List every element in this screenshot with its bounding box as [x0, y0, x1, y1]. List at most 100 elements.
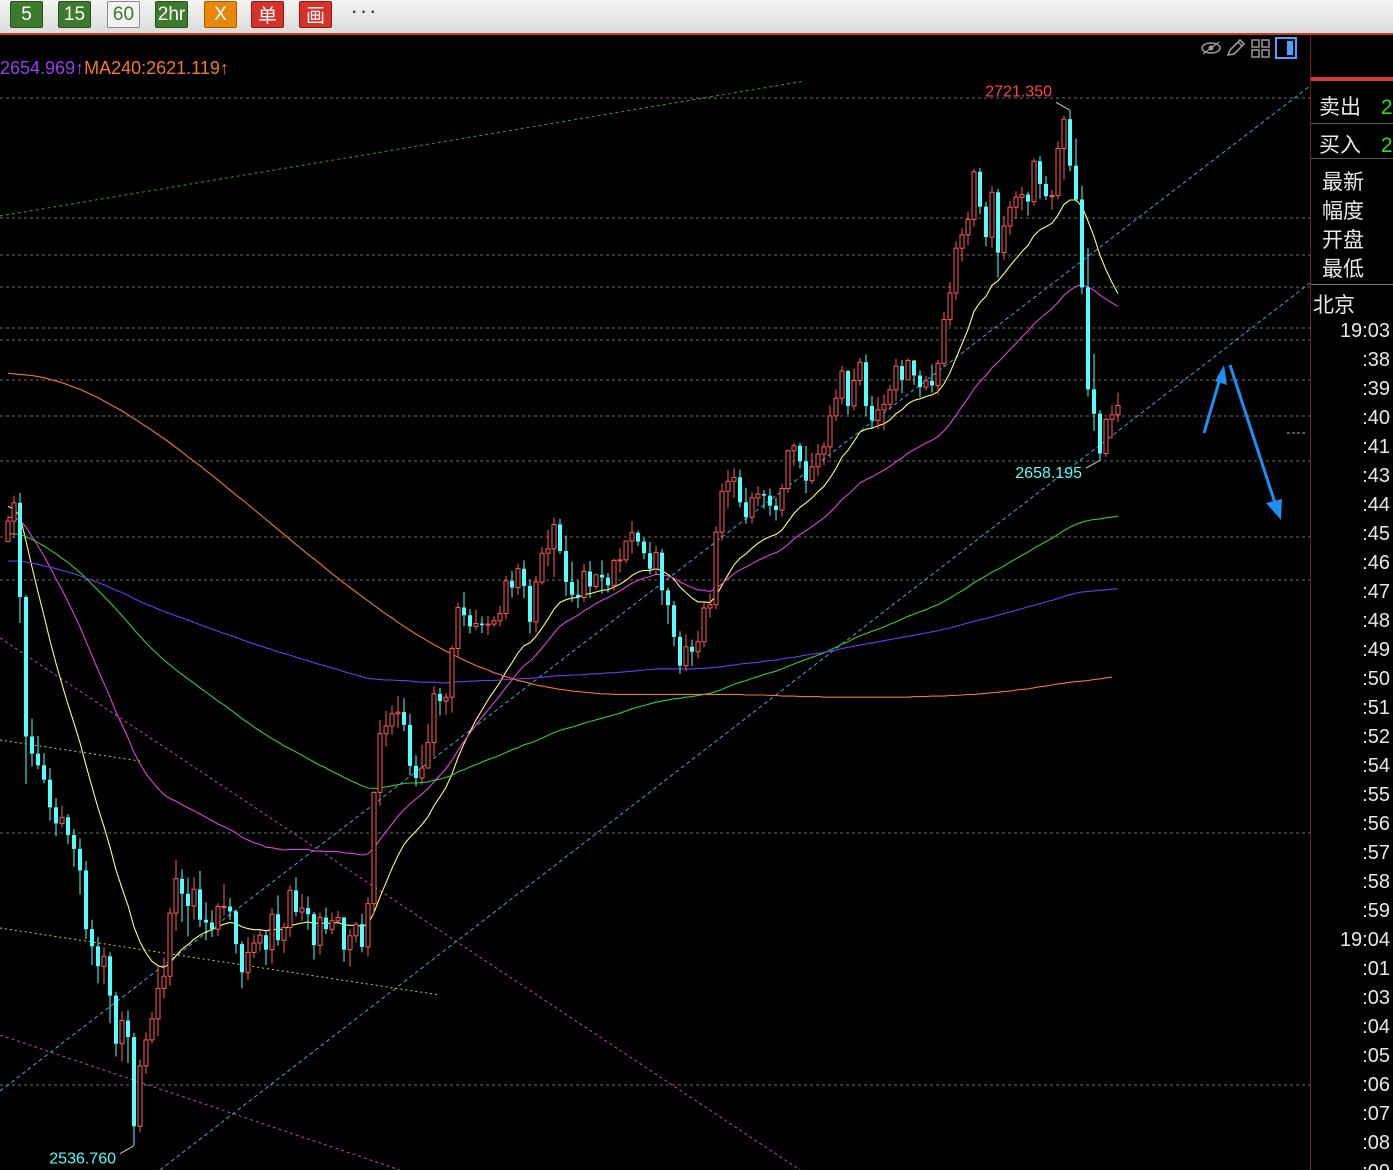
candle-body: [588, 571, 592, 587]
crosshair-x-button[interactable]: X: [204, 1, 237, 28]
candlestick-chart[interactable]: 2721.350 2658.195 2536.760: [0, 35, 1310, 1170]
field-open: 开盘: [1322, 229, 1364, 252]
candle: [24, 594, 28, 785]
candle-body: [1061, 118, 1067, 149]
candle-body: [864, 362, 868, 406]
candle: [119, 1011, 125, 1062]
candle-body: [402, 712, 406, 725]
candle-body: [468, 615, 472, 627]
candle: [798, 443, 802, 469]
candle: [485, 615, 491, 636]
candle-body: [918, 375, 922, 388]
candle: [887, 384, 893, 410]
tick-time: :46: [1362, 552, 1390, 574]
candle-body: [719, 490, 725, 533]
candle-body: [360, 924, 364, 947]
candle: [558, 518, 562, 554]
candle-body: [629, 532, 635, 542]
candle-body: [48, 779, 52, 808]
eye-icon[interactable]: [1200, 39, 1222, 57]
candle: [234, 909, 238, 954]
candle: [1055, 141, 1061, 200]
location-label: 北京: [1313, 294, 1355, 317]
tick-time: :07: [1362, 1103, 1390, 1125]
candle: [636, 530, 640, 547]
candle: [264, 930, 268, 966]
candle-body: [353, 923, 359, 937]
candle: [54, 797, 58, 837]
candle: [923, 376, 929, 391]
candle-body: [155, 987, 161, 1020]
candle: [1080, 185, 1084, 295]
period-60-button[interactable]: 60: [107, 1, 140, 28]
candle-body: [329, 920, 335, 930]
candle-body: [383, 725, 389, 735]
candle: [1115, 392, 1121, 423]
grid-icon[interactable]: [1250, 38, 1272, 58]
candle-body: [798, 445, 802, 462]
candle: [713, 526, 719, 610]
candle: [425, 723, 431, 769]
candle-body: [725, 480, 731, 492]
candle: [438, 687, 442, 716]
candle-body: [491, 620, 497, 625]
candle: [5, 515, 11, 543]
candle: [785, 449, 791, 493]
candle: [173, 859, 179, 931]
candle-body: [377, 733, 383, 793]
candle: [515, 564, 521, 595]
candle-body: [245, 951, 251, 973]
buy-value: 2: [1380, 134, 1393, 157]
candle: [18, 492, 22, 623]
candle-body: [221, 905, 227, 908]
channel-upper: [0, 85, 1310, 1092]
candle-body: [744, 502, 748, 518]
candle-body: [1074, 165, 1078, 200]
candle-body: [570, 582, 574, 595]
candle-body: [198, 889, 202, 920]
panel-icon[interactable]: [1275, 37, 1297, 59]
candle-body: [11, 502, 17, 522]
candle: [827, 405, 833, 458]
candle-body: [497, 613, 503, 622]
pencil-icon[interactable]: [1225, 38, 1247, 58]
candle: [59, 805, 65, 828]
tick-time: :01: [1362, 958, 1390, 980]
candle: [551, 517, 557, 578]
candle: [804, 445, 808, 494]
period-15-button[interactable]: 15: [58, 1, 91, 28]
candle: [947, 281, 953, 327]
candle: [143, 1032, 149, 1074]
more-icon[interactable]: ···: [348, 0, 381, 24]
sell-row: 卖出 2: [1319, 91, 1393, 121]
candle-body: [930, 381, 934, 386]
draw-button[interactable]: 画: [299, 1, 332, 28]
candle-body: [1080, 199, 1084, 288]
green-trendline: [0, 80, 806, 217]
candle-body: [528, 585, 532, 622]
tick-time: :44: [1362, 494, 1390, 516]
candle-body: [240, 944, 244, 973]
candle: [809, 453, 815, 485]
candle-body: [173, 878, 179, 914]
candle: [347, 929, 353, 967]
candle-body: [1115, 404, 1121, 416]
candle-body: [54, 807, 58, 824]
candle: [870, 395, 874, 430]
period-5-button[interactable]: 5: [10, 1, 43, 28]
candle-body: [893, 365, 899, 391]
tick-time: :58: [1362, 871, 1390, 893]
candle-body: [666, 590, 670, 606]
order-button[interactable]: 单: [251, 1, 284, 28]
candle: [678, 631, 682, 674]
candle-body: [1031, 160, 1037, 203]
candle-body: [731, 476, 737, 482]
candle: [857, 357, 863, 386]
candle-body: [738, 477, 742, 503]
candle: [1098, 409, 1102, 461]
tick-time: :52: [1362, 726, 1390, 748]
period-2hr-button[interactable]: 2hr: [155, 1, 188, 28]
candle: [126, 1010, 130, 1064]
candle: [996, 188, 1000, 278]
candle: [695, 630, 701, 659]
